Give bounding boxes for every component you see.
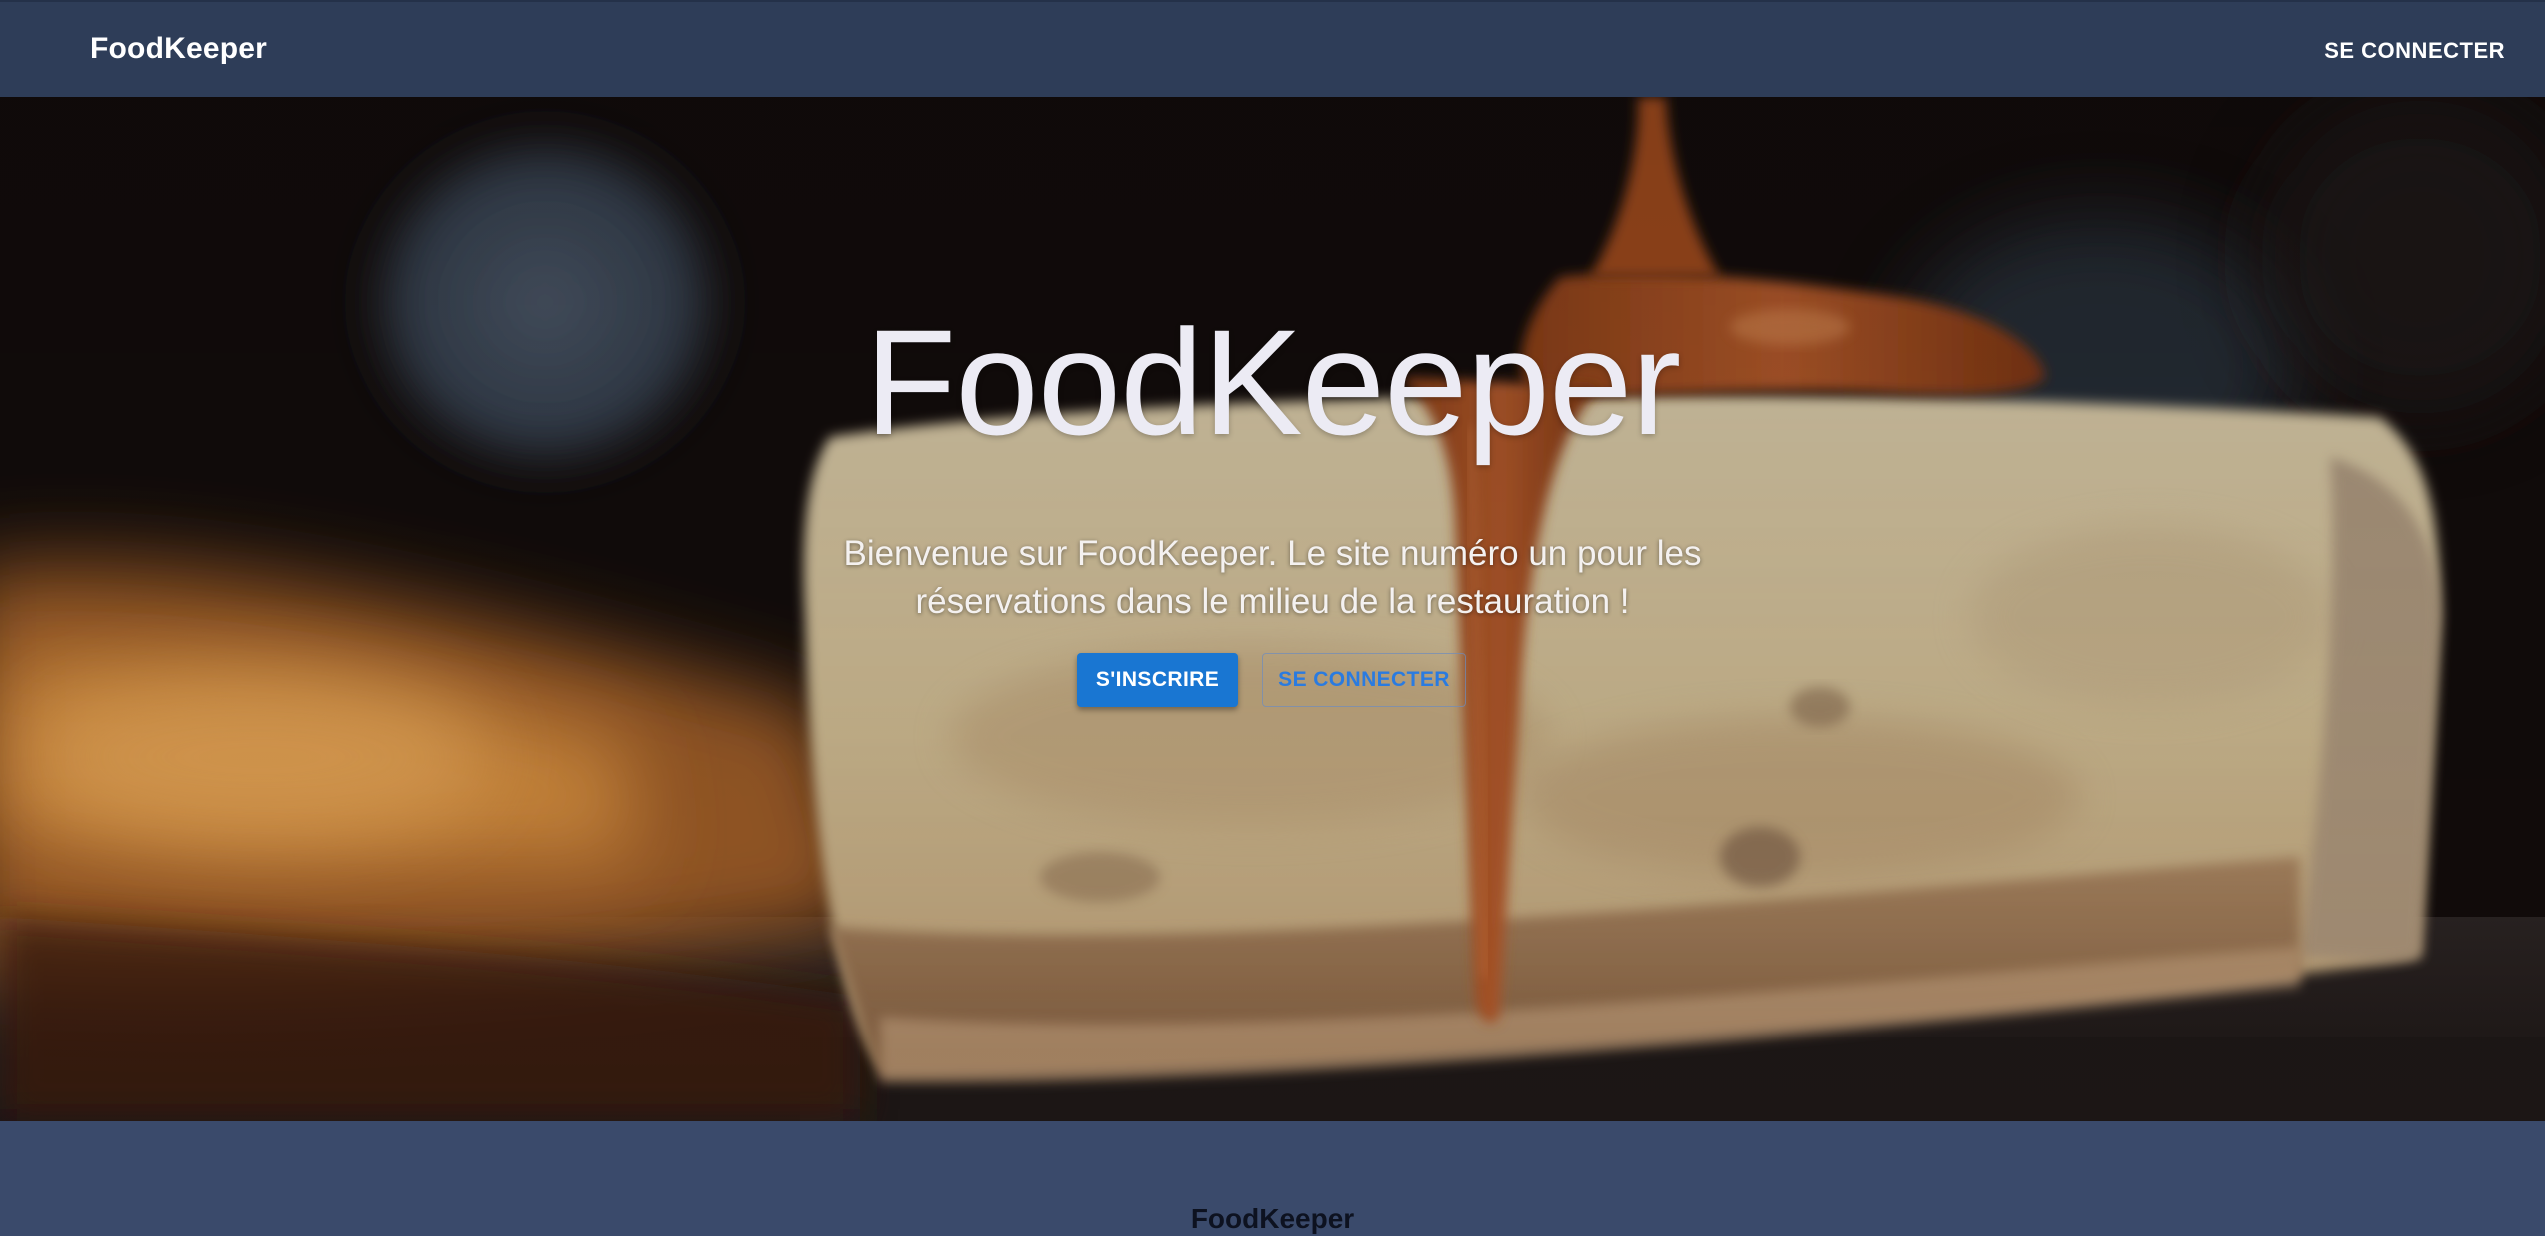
hero-content: FoodKeeper Bienvenue sur FoodKeeper. Le … [0,97,2545,1121]
navbar-brand-link[interactable]: FoodKeeper [90,32,267,66]
navbar-login-button[interactable]: SE CONNECTER [2324,38,2505,64]
footer-brand: FoodKeeper [1190,1203,1355,1234]
top-navbar: FoodKeeper SE CONNECTER [0,0,2545,97]
signup-button[interactable]: S'INSCRIRE [1077,653,1238,707]
hero-login-button[interactable]: SE CONNECTER [1262,653,1466,707]
hero-title: FoodKeeper [864,298,1682,466]
hero-section: FoodKeeper Bienvenue sur FoodKeeper. Le … [0,97,2545,1121]
hero-subtitle: Bienvenue sur FoodKeeper. Le site numéro… [843,534,1702,621]
footer: FoodKeeper [0,1121,2545,1236]
